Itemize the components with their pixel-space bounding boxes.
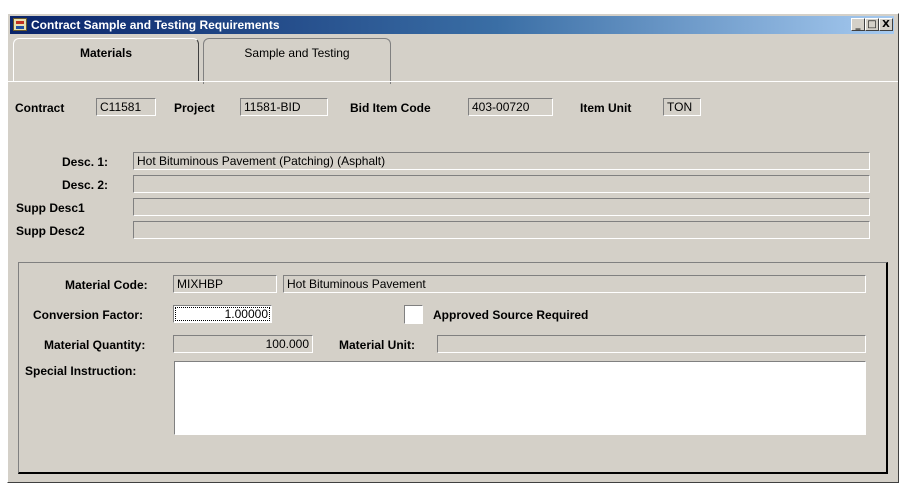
tab-divider <box>8 81 898 82</box>
close-button[interactable]: X <box>879 18 893 31</box>
material-quantity-label: Material Quantity: <box>44 338 146 352</box>
tab-materials-label: Materials <box>79 46 133 60</box>
approved-source-checkbox[interactable] <box>404 305 423 324</box>
item-unit-label: Item Unit <box>580 101 632 115</box>
supp-desc1-label: Supp Desc1 <box>16 201 85 215</box>
desc2-field[interactable] <box>133 175 870 193</box>
supp-desc1-field[interactable] <box>133 198 870 216</box>
bid-item-code-label: Bid Item Code <box>350 101 431 115</box>
minimize-button[interactable]: _ <box>851 18 865 31</box>
project-label: Project <box>174 101 215 115</box>
project-field[interactable]: 11581-BID <box>240 98 328 116</box>
special-instruction-textarea[interactable] <box>174 361 866 435</box>
conversion-factor-field[interactable]: 1.00000 <box>173 305 272 323</box>
conversion-factor-label: Conversion Factor: <box>33 308 144 322</box>
material-unit-label: Material Unit: <box>339 338 416 352</box>
app-icon <box>13 18 27 31</box>
contract-sample-window: Contract Sample and Testing Requirements… <box>7 13 899 483</box>
material-code-label: Material Code: <box>65 278 148 292</box>
tab-sample-and-testing[interactable]: Sample and Testing <box>203 38 391 84</box>
supp-desc2-field[interactable] <box>133 221 870 239</box>
window-title: Contract Sample and Testing Requirements <box>31 18 280 32</box>
item-unit-field[interactable]: TON <box>663 98 701 116</box>
approved-source-label: Approved Source Required <box>433 308 589 322</box>
title-bar[interactable]: Contract Sample and Testing Requirements… <box>10 16 894 34</box>
tab-sample-and-testing-label: Sample and Testing <box>244 46 350 60</box>
desc2-label: Desc. 2: <box>62 178 109 192</box>
material-code-field[interactable]: MIXHBP <box>173 275 277 293</box>
material-unit-field[interactable] <box>437 335 866 353</box>
contract-label: Contract <box>15 101 65 115</box>
desc1-label: Desc. 1: <box>62 155 109 169</box>
maximize-button[interactable]: □ <box>865 18 879 31</box>
tab-materials[interactable]: Materials <box>13 38 199 82</box>
supp-desc2-label: Supp Desc2 <box>16 224 85 238</box>
contract-field[interactable]: C11581 <box>96 98 156 116</box>
material-quantity-field[interactable]: 100.000 <box>173 335 313 353</box>
desc1-field[interactable]: Hot Bituminous Pavement (Patching) (Asph… <box>133 152 870 170</box>
bid-item-code-field[interactable]: 403-00720 <box>468 98 553 116</box>
special-instruction-label: Special Instruction: <box>25 364 137 378</box>
material-description-field[interactable]: Hot Bituminous Pavement <box>283 275 866 293</box>
